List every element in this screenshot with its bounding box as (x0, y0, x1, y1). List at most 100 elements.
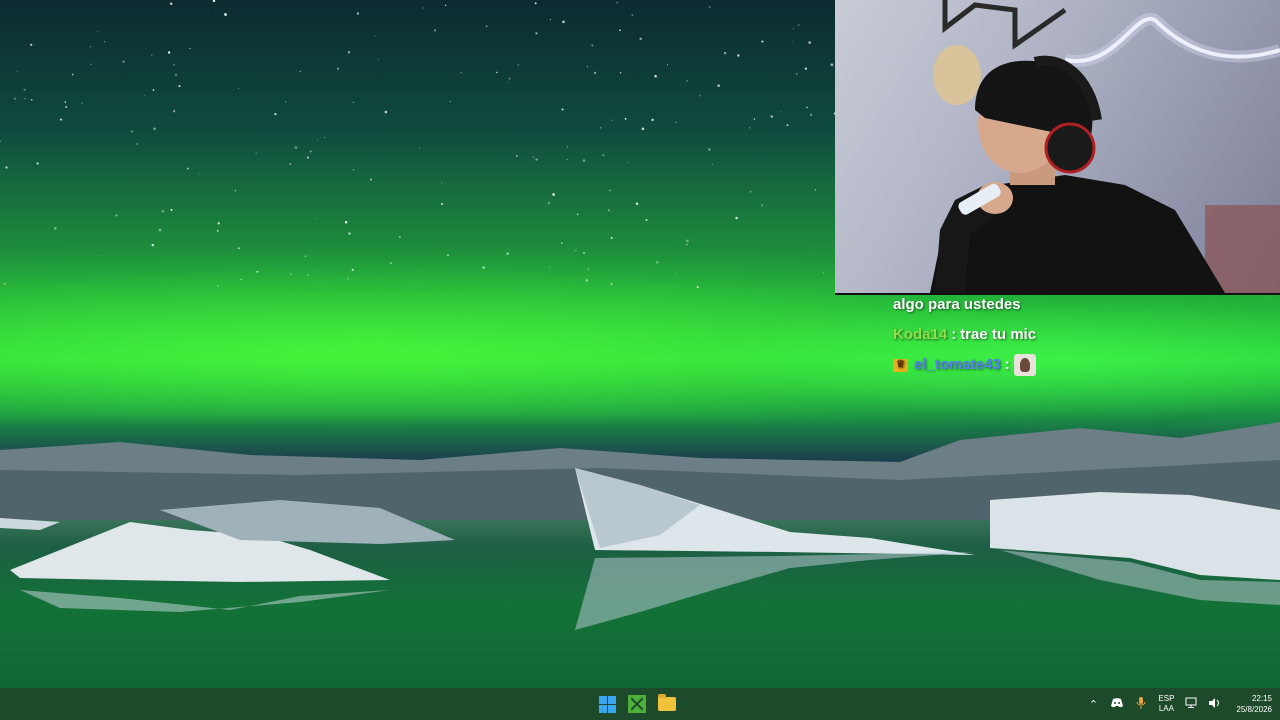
glacier-lagoon-ice (0, 468, 1280, 690)
star (81, 102, 83, 104)
star (36, 162, 39, 165)
star (619, 71, 622, 74)
star (215, 10, 217, 12)
chat-username: Koda14 (893, 326, 948, 343)
star (804, 67, 808, 70)
star (547, 202, 551, 205)
star (306, 156, 310, 159)
star (795, 72, 798, 75)
star (422, 7, 424, 9)
star (651, 118, 654, 122)
streamer-camera-feed (930, 0, 1280, 293)
star (561, 108, 564, 111)
star (753, 118, 756, 120)
star (496, 71, 498, 74)
star (780, 110, 782, 112)
star (808, 41, 812, 44)
chat-username: el_tomate43 (914, 356, 1001, 373)
star (560, 242, 563, 244)
star (151, 243, 155, 247)
star (641, 127, 645, 131)
language-indicator[interactable]: ESP LAA (1158, 694, 1174, 714)
star (609, 189, 612, 192)
chat-separator: : (951, 326, 957, 343)
star (353, 169, 355, 171)
star (639, 37, 642, 41)
star (749, 190, 752, 193)
chevron-up-icon[interactable]: ⌃ (1086, 698, 1100, 711)
star (356, 12, 360, 15)
star (608, 209, 610, 211)
star (441, 203, 443, 206)
star (97, 31, 99, 33)
star (309, 150, 312, 153)
star (170, 208, 173, 211)
star (770, 115, 773, 118)
star (30, 43, 33, 46)
star (161, 210, 165, 213)
star (198, 172, 200, 175)
star (285, 101, 287, 103)
chat-message-text: trae tu mic (960, 326, 1037, 343)
star (16, 70, 18, 72)
star (377, 59, 379, 61)
speaker-icon[interactable] (1208, 697, 1222, 711)
chat-message: ♛ el_tomate43 : (893, 350, 1273, 380)
star (151, 54, 153, 56)
star (399, 236, 401, 238)
star (797, 24, 800, 26)
star (611, 119, 613, 121)
star (562, 20, 565, 24)
star (723, 51, 727, 55)
star (792, 28, 794, 30)
star (699, 95, 701, 97)
star (234, 190, 237, 192)
star (167, 51, 171, 54)
star (508, 77, 511, 80)
star (274, 113, 277, 116)
star (434, 29, 437, 32)
star (224, 13, 227, 16)
star (178, 85, 181, 88)
star (212, 0, 216, 3)
star (761, 40, 764, 43)
taskbar-apps (597, 688, 677, 720)
network-icon[interactable] (1184, 697, 1198, 711)
star (130, 130, 134, 133)
star (90, 63, 92, 65)
star (686, 80, 688, 82)
minecraft-app[interactable] (627, 694, 647, 714)
star (237, 247, 240, 250)
stream-chat: algo para ustedes Koda14 : trae tu mic ♛… (893, 290, 1273, 380)
star (348, 232, 351, 235)
clock[interactable]: 22:15 25/8/2026 (1236, 693, 1272, 715)
star (717, 84, 720, 87)
star (709, 6, 711, 8)
discord-icon[interactable] (1110, 697, 1124, 711)
star (444, 4, 447, 6)
star (516, 155, 518, 157)
star (441, 182, 443, 184)
star (369, 178, 372, 181)
star (708, 148, 711, 151)
microphone-icon[interactable] (1134, 696, 1148, 712)
start-button[interactable] (597, 694, 617, 714)
chat-message-text: algo para ustedes (893, 296, 1021, 313)
star (186, 167, 189, 170)
star (686, 239, 689, 243)
star (23, 88, 26, 91)
file-explorer-app[interactable] (657, 694, 677, 714)
star (631, 14, 633, 16)
star (336, 67, 340, 70)
folder-icon (658, 694, 676, 711)
star (89, 46, 91, 48)
star (635, 202, 639, 205)
star (13, 97, 16, 100)
star (189, 47, 191, 50)
star (0, 140, 2, 143)
chat-message: Koda14 : trae tu mic (893, 320, 1273, 350)
star (627, 162, 629, 164)
star (552, 193, 555, 196)
star (71, 73, 74, 76)
star (173, 64, 175, 66)
